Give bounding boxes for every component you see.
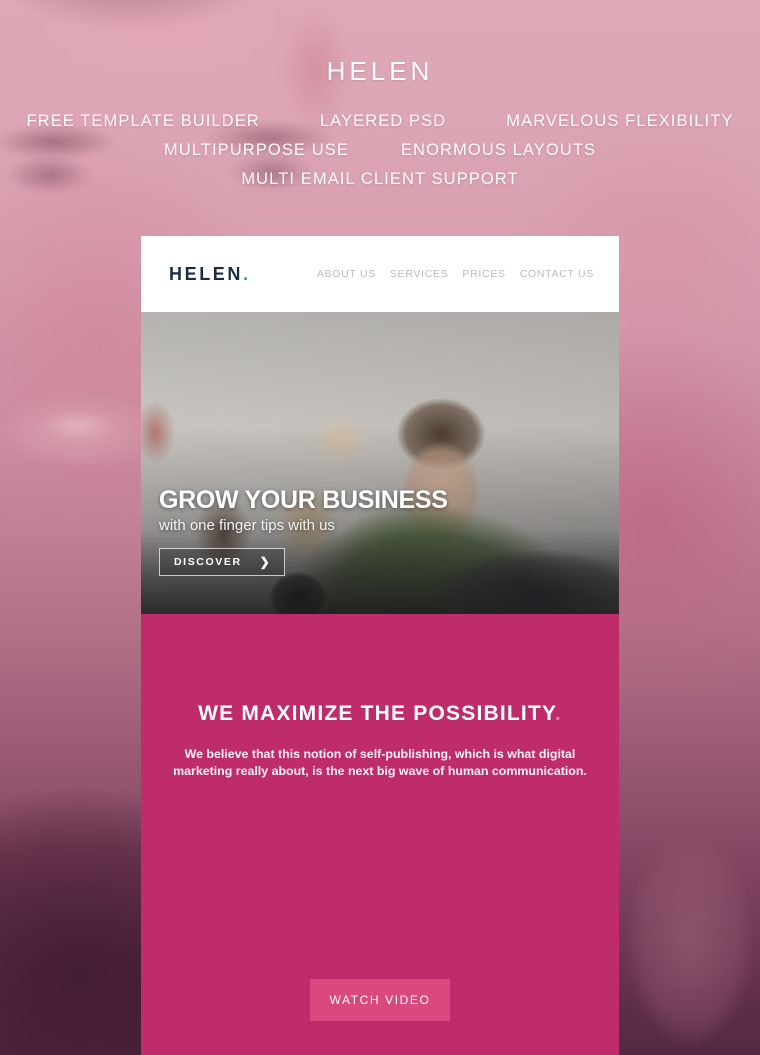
page-root: HELEN FREE TEMPLATE BUILDER LAYERED PSD … [0, 0, 760, 1055]
promo-title: WE MAXIMIZE THE POSSIBILITY. [141, 614, 619, 726]
brand-logo-text: HELEN [169, 263, 244, 284]
brand-logo[interactable]: HELEN. [169, 264, 251, 285]
feature-row: MULTI EMAIL CLIENT SUPPORT [0, 170, 760, 189]
feature-item: MULTIPURPOSE USE [163, 141, 349, 159]
nav-link-contact-us[interactable]: CONTACT US [520, 268, 594, 280]
template-navbar: HELEN. ABOUT US SERVICES PRICES CONTACT … [141, 236, 619, 312]
feature-list: FREE TEMPLATE BUILDER LAYERED PSD MARVEL… [0, 112, 760, 189]
feature-item: MARVELOUS FLEXIBILITY [506, 112, 734, 130]
email-template-preview: HELEN. ABOUT US SERVICES PRICES CONTACT … [141, 236, 619, 1055]
feature-item: FREE TEMPLATE BUILDER [26, 112, 260, 130]
watch-video-button[interactable]: WATCH VIDEO [310, 979, 450, 1021]
hero-title: GROW YOUR BUSINESS [159, 486, 448, 514]
template-nav-links: ABOUT US SERVICES PRICES CONTACT US [317, 268, 594, 280]
promo-section: WE MAXIMIZE THE POSSIBILITY. We believe … [141, 614, 619, 1055]
discover-button[interactable]: DISCOVER ❯ [159, 548, 286, 576]
promo-paragraph: We believe that this notion of self-publ… [173, 747, 587, 778]
nav-link-about-us[interactable]: ABOUT US [317, 268, 376, 280]
feature-row: MULTIPURPOSE USE ENORMOUS LAYOUTS [0, 141, 760, 160]
feature-item: LAYERED PSD [319, 112, 447, 130]
feature-row: FREE TEMPLATE BUILDER LAYERED PSD MARVEL… [0, 112, 760, 131]
hero-section: GROW YOUR BUSINESS with one finger tips … [141, 312, 619, 614]
chevron-right-icon: ❯ [259, 555, 272, 569]
promo-title-text: WE MAXIMIZE THE POSSIBILITY [198, 702, 555, 725]
feature-item: ENORMOUS LAYOUTS [400, 141, 597, 159]
discover-button-label: DISCOVER [174, 556, 242, 568]
hero-copy: GROW YOUR BUSINESS with one finger tips … [159, 486, 448, 576]
hero-subtitle: with one finger tips with us [159, 517, 335, 534]
nav-link-prices[interactable]: PRICES [462, 268, 505, 280]
feature-item: MULTI EMAIL CLIENT SUPPORT [241, 170, 519, 188]
promo-title-dot: . [554, 702, 562, 725]
brand-logo-dot: . [243, 263, 251, 284]
page-title: HELEN [326, 56, 434, 86]
top-band: HELEN FREE TEMPLATE BUILDER LAYERED PSD … [0, 0, 760, 199]
nav-link-services[interactable]: SERVICES [390, 268, 449, 280]
